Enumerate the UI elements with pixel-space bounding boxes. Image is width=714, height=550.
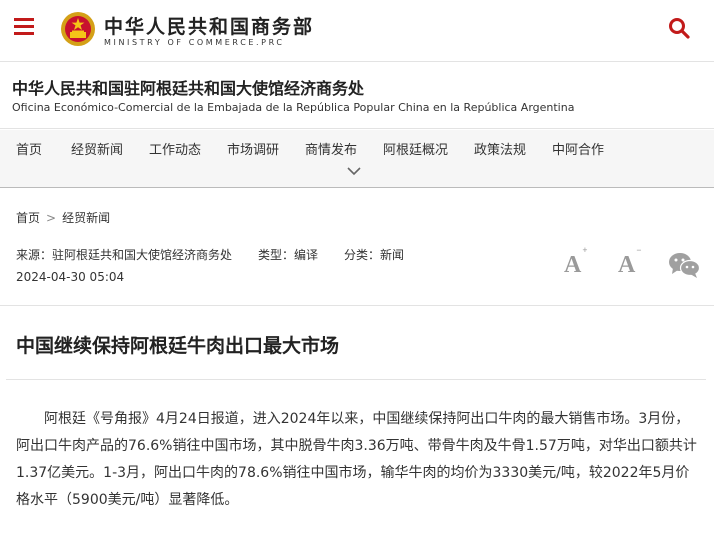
breadcrumb-current[interactable]: 经贸新闻 — [62, 211, 110, 225]
chevron-down-icon[interactable] — [347, 166, 361, 176]
ministry-name-cn[interactable]: 中华人民共和国商务部 — [104, 12, 314, 39]
nav-item-trade-news[interactable]: 经贸新闻 — [71, 139, 123, 158]
main-nav: 首页 经贸新闻 工作动态 市场调研 商情发布 阿根廷概况 政策法规 中阿合作 — [0, 130, 714, 188]
meta-source: 来源：驻阿根廷共和国大使馆经济商务处 — [16, 248, 233, 262]
font-smaller-button[interactable]: A− — [618, 245, 641, 279]
nav-item-market-research[interactable]: 市场调研 — [227, 139, 279, 158]
site-header: 中华人民共和国商务部 MINISTRY OF COMMERCE.PRC — [0, 0, 714, 62]
article-title: 中国继续保持阿根廷牛肉出口最大市场 — [16, 335, 340, 357]
article-meta: 来源：驻阿根廷共和国大使馆经济商务处 类型：编译 分类：新闻 2024-04-30 … — [0, 232, 714, 306]
meta-category: 分类：新闻 — [344, 248, 405, 262]
meta-type: 类型：编译 — [258, 248, 319, 262]
nav-item-home[interactable]: 首页 — [16, 139, 42, 158]
meta-info-line: 来源：驻阿根廷共和国大使馆经济商务处 类型：编译 分类：新闻 — [16, 246, 430, 263]
search-icon[interactable] — [667, 16, 691, 40]
title-divider — [6, 379, 706, 380]
breadcrumb-separator: > — [46, 211, 57, 225]
wechat-icon[interactable] — [668, 251, 700, 279]
publish-date: 2024-04-30 05:04 — [16, 270, 125, 284]
nav-item-work-updates[interactable]: 工作动态 — [149, 139, 201, 158]
office-name-es: Oficina Económico-Comercial de la Embaja… — [12, 101, 575, 114]
national-emblem-icon — [61, 12, 95, 46]
article-body: 阿根廷《号角报》4月24日报道，进入2024年以来，中国继续保持阿出口牛肉的最大… — [16, 411, 697, 508]
minus-icon: − — [636, 245, 642, 255]
plus-icon: + — [582, 245, 588, 255]
breadcrumb: 首页 > 经贸新闻 — [16, 209, 110, 226]
hamburger-menu-icon[interactable] — [14, 18, 34, 36]
nav-item-policies[interactable]: 政策法规 — [474, 139, 526, 158]
nav-item-argentina-overview[interactable]: 阿根廷概况 — [383, 139, 448, 158]
ministry-name-en: MINISTRY OF COMMERCE.PRC — [104, 38, 285, 47]
breadcrumb-home[interactable]: 首页 — [16, 211, 40, 225]
font-larger-button[interactable]: A+ — [564, 245, 587, 279]
office-banner: 中华人民共和国驻阿根廷共和国大使馆经济商务处 Oficina Económico… — [0, 63, 714, 129]
font-larger-label: A — [564, 252, 582, 278]
font-smaller-label: A — [618, 252, 636, 278]
office-name-cn[interactable]: 中华人民共和国驻阿根廷共和国大使馆经济商务处 — [12, 75, 364, 99]
nav-item-business-info[interactable]: 商情发布 — [305, 139, 357, 158]
nav-item-china-argentina-cooperation[interactable]: 中阿合作 — [552, 139, 604, 158]
